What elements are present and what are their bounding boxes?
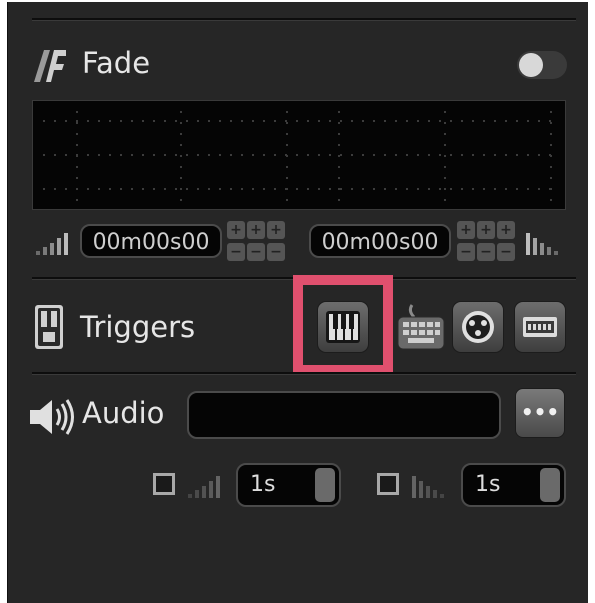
fade-out-icon [526, 233, 558, 255]
toggle-knob [519, 53, 543, 77]
audio-browse-button[interactable]: ••• [515, 388, 565, 438]
audio-fade-out-spinbox[interactable]: 1s [461, 463, 566, 507]
audio-fade-in-value: 1s [250, 472, 276, 497]
separator [32, 18, 576, 21]
midi-trigger-button[interactable] [317, 301, 369, 353]
speaker-icon [30, 399, 74, 435]
fade-title: Fade [82, 46, 151, 80]
audio-file-field[interactable] [187, 391, 501, 439]
dmx-connector-icon [462, 311, 494, 343]
show-properties-panel: Fade 00m00s00 + + + − − − 00m00s00 + + +… [7, 2, 588, 603]
keyboard-icon [397, 304, 445, 350]
separator [32, 372, 576, 375]
fade-in-time-field[interactable]: 00m00s00 [80, 224, 222, 258]
timecode-trigger-button[interactable] [514, 301, 566, 353]
fade-in-stepper[interactable]: + + + − − − [227, 221, 287, 263]
audio-fade-in-checkbox[interactable] [153, 473, 175, 495]
fade-out-stepper[interactable]: + + + − − − [457, 221, 517, 263]
fade-icon [34, 50, 66, 82]
fade-in-icon [36, 233, 68, 255]
triggers-title: Triggers [80, 310, 196, 344]
fade-out-time-field[interactable]: 00m00s00 [309, 224, 451, 258]
audio-fade-out-icon [412, 476, 444, 498]
audio-fade-out-value: 1s [475, 472, 501, 497]
triggers-icon [35, 305, 63, 349]
midi-keyboard-icon [326, 311, 360, 343]
audio-fade-out-checkbox[interactable] [377, 473, 399, 495]
timecode-icon [523, 317, 557, 337]
keyboard-trigger-button[interactable] [396, 301, 446, 353]
audio-title: Audio [82, 396, 165, 430]
spin-arrows[interactable] [315, 468, 335, 502]
spin-arrows[interactable] [540, 468, 560, 502]
audio-fade-in-spinbox[interactable]: 1s [236, 463, 341, 507]
fade-curve-display[interactable] [32, 100, 566, 210]
audio-fade-in-icon [188, 476, 220, 498]
dmx-trigger-button[interactable] [452, 301, 504, 353]
fade-toggle[interactable] [517, 51, 567, 79]
